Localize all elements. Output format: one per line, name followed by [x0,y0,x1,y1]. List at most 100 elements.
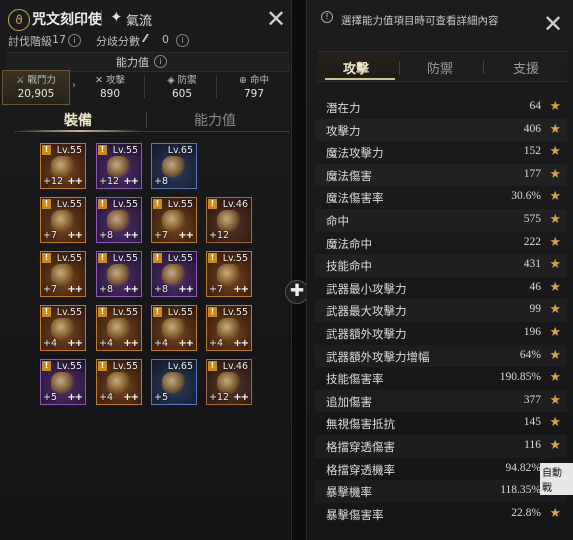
equipment-slot[interactable]: ! Lv.46 +12 ++ [206,359,252,405]
item-refine-marks: ++ [233,392,249,403]
warning-icon: ! [98,253,107,263]
star-icon[interactable]: ★ [549,212,561,227]
character-panel: ϑ 咒文刻印使 ✦ 氣流 ✕ 討伐階級 17 i 分歧分數 ⁄⁄ 0 i 能力值… [0,0,292,540]
item-enhance: +8 [154,176,169,187]
stat-row[interactable]: 魔法攻擊力 152 ★ [315,141,567,164]
equipment-slot[interactable]: ! Lv.55 +8 ++ [96,197,142,243]
stat-name: 魔法攻擊力 [326,146,384,161]
stat-name: 暴擊傷害率 [326,507,384,522]
item-refine-marks: ++ [67,176,83,187]
equipment-slot[interactable]: ! Lv.55 +4 ++ [96,305,142,351]
equipment-slot[interactable]: ! Lv.55 +4 ++ [151,305,197,351]
warning-icon: ! [208,199,217,209]
item-enhance: +8 [99,284,114,295]
equipment-grid: ! Lv.55 +12 ++! Lv.55 +12 ++ Lv.65 +8! Lv.55 +7 ++!… [0,0,291,540]
stat-row[interactable]: 武器最大攻擊力 99 ★ [315,299,567,322]
stat-row[interactable]: 武器額外攻擊力 196 ★ [315,322,567,345]
stat-row[interactable]: 魔法傷害 177 ★ [315,164,567,187]
equipment-slot[interactable]: ! Lv.55 +8 ++ [151,251,197,297]
item-icon [107,372,131,394]
equipment-slot[interactable]: ! Lv.55 +12 ++ [96,143,142,189]
stat-name: 魔法傷害率 [326,191,384,206]
item-icon [217,210,241,232]
stat-row[interactable]: 格擋穿透機率94.82%★ [315,458,567,481]
stat-row[interactable]: 潛在力 64 ★ [315,96,567,119]
stat-row[interactable]: 暴擊機率118.35%★ [315,480,567,503]
stat-row[interactable]: 魔法傷害率 30.6% ★ [315,186,567,209]
stat-row[interactable]: 攻擊力 406 ★ [315,119,567,142]
equipment-slot[interactable]: ! Lv.55 +7 ++ [40,197,86,243]
item-refine-marks: ++ [123,176,139,187]
equipment-slot[interactable]: ! Lv.55 +7 ++ [206,251,252,297]
equipment-slot[interactable]: Lv.65 +8 [151,143,197,189]
item-level: Lv.55 [56,361,82,372]
stat-name: 暴擊機率 [326,485,372,500]
item-level: Lv.55 [112,253,138,264]
star-icon[interactable]: ★ [549,167,561,182]
item-icon [107,264,131,286]
equipment-slot[interactable]: Lv.65 +5 [151,359,197,405]
stat-row[interactable]: 格擋穿透傷害 116 ★ [315,435,567,458]
stat-row[interactable]: 無視傷害抵抗 145 ★ [315,412,567,435]
item-refine-marks: ++ [178,230,194,241]
equipment-slot[interactable]: ! Lv.46 +12 [206,197,252,243]
star-icon[interactable]: ★ [549,189,561,204]
stat-value: 152 [523,145,541,158]
star-icon[interactable]: ★ [549,370,561,385]
stat-row[interactable]: 技能傷害率 190.85% ★ [315,367,567,390]
stat-row[interactable]: 武器額外攻擊力增幅 64% ★ [315,345,567,368]
star-icon[interactable]: ★ [549,438,561,453]
stat-row[interactable]: 命中 575 ★ [315,209,567,232]
star-icon[interactable]: ★ [549,122,561,137]
star-icon[interactable]: ★ [549,393,561,408]
equipment-slot[interactable]: ! Lv.55 +7 ++ [151,197,197,243]
stat-row[interactable]: 追加傷害 377 ★ [315,390,567,413]
equipment-slot[interactable]: ! Lv.55 +12 ++ [40,143,86,189]
equipment-slot[interactable]: ! Lv.55 +4 ++ [40,305,86,351]
stat-row[interactable]: 魔法命中 222 ★ [315,232,567,255]
item-refine-marks: ++ [123,392,139,403]
equipment-slot[interactable]: ! Lv.55 +4 ++ [206,305,252,351]
item-level: Lv.55 [56,307,82,318]
equipment-slot[interactable]: ! Lv.55 +8 ++ [96,251,142,297]
item-level: Lv.55 [112,145,138,156]
star-icon[interactable]: ★ [549,325,561,340]
star-icon[interactable]: ★ [549,348,561,363]
stat-name: 武器額外攻擊力增幅 [326,349,430,364]
star-icon[interactable]: ★ [549,144,561,159]
item-enhance: +12 [43,176,64,187]
item-level: Lv.55 [222,307,248,318]
star-icon[interactable]: ★ [549,99,561,114]
stat-value: 145 [523,416,541,429]
item-icon [162,372,186,394]
star-icon[interactable]: ★ [549,415,561,430]
item-refine-marks: ++ [123,230,139,241]
star-icon[interactable]: ★ [549,257,561,272]
stat-row[interactable]: 武器最小攻擊力 46 ★ [315,277,567,300]
equipment-slot[interactable]: ! Lv.55 +5 ++ [40,359,86,405]
warning-icon: ! [42,199,51,209]
stat-value: 64 [529,100,542,112]
item-refine-marks: ++ [233,338,249,349]
stat-name: 魔法命中 [326,236,372,251]
star-icon[interactable]: ★ [549,506,561,521]
star-icon[interactable]: ★ [549,280,561,295]
star-icon[interactable]: ★ [549,302,561,317]
auto-battle-label[interactable]: 自動戰 [540,463,573,495]
stat-row[interactable]: 暴擊傷害率 22.8% ★ [315,503,567,526]
star-icon[interactable]: ★ [549,235,561,250]
item-level: Lv.55 [56,199,82,210]
equipment-slot[interactable]: ! Lv.55 +4 ++ [96,359,142,405]
stat-name: 魔法傷害 [326,168,372,183]
item-enhance: +4 [99,392,114,403]
item-enhance: +7 [43,284,58,295]
item-icon [51,156,75,178]
item-icon [51,264,75,286]
stat-name: 追加傷害 [326,394,372,409]
equipment-slot[interactable]: ! Lv.55 +7 ++ [40,251,86,297]
item-level: Lv.65 [167,145,193,156]
stat-row[interactable]: 技能命中 431 ★ [315,254,567,277]
item-enhance: +8 [154,284,169,295]
item-enhance: +12 [99,176,120,187]
stat-name: 格擋穿透機率 [326,462,395,477]
